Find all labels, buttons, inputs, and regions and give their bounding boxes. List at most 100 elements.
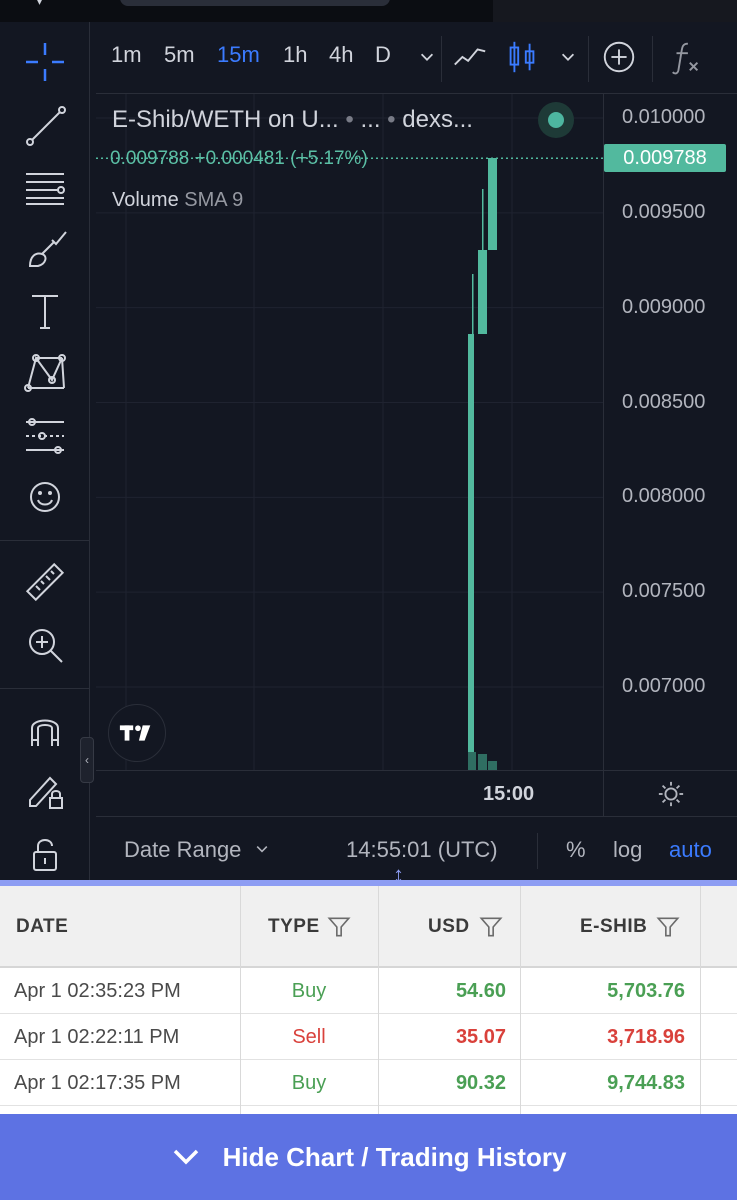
table-row[interactable]: Apr 1 02:17:35 PM Buy 90.32 9,744.83 <box>0 1060 737 1106</box>
current-price-tag: 0.009788 <box>604 144 726 173</box>
percent-scale-toggle[interactable]: % <box>566 837 586 863</box>
row-type: Buy <box>291 1071 327 1094</box>
prediction-icon[interactable] <box>18 408 72 462</box>
hide-chart-button[interactable]: Hide Chart / Trading History <box>0 1114 737 1200</box>
candle-body <box>468 334 474 766</box>
legend-dot: • <box>345 106 354 133</box>
row-usd: 35.07 <box>455 1025 506 1048</box>
candle-wick <box>472 274 474 334</box>
price-tick-label: 0.008500 <box>622 390 706 413</box>
candle-body <box>478 250 487 334</box>
price-tick-label: 0.009500 <box>622 200 706 223</box>
lock-draw-icon[interactable] <box>18 764 72 818</box>
trend-line-icon[interactable] <box>18 98 72 152</box>
volume-bar <box>488 761 497 770</box>
tradingview-logo-icon[interactable] <box>108 704 166 762</box>
brush-icon[interactable] <box>18 222 72 276</box>
top-caret-icon: ▾ <box>36 0 44 8</box>
hide-chart-label: Hide Chart / Trading History <box>222 1141 567 1172</box>
timeframe-15m[interactable]: 15m <box>217 42 260 68</box>
row-token-amount: 9,744.83 <box>607 1071 685 1094</box>
column-divider <box>240 886 241 1114</box>
price-tick-label: 0.007500 <box>622 580 706 603</box>
date-range-button[interactable]: Date Range <box>124 837 270 863</box>
row-usd: 54.60 <box>455 979 506 1002</box>
ruler-icon[interactable] <box>18 556 72 610</box>
price-change: 0.009788 +0.000481 (+5.17%) <box>110 148 368 169</box>
timeframe-d[interactable]: D <box>375 42 391 68</box>
price-axis[interactable]: 0.010000 0.009500 0.009000 0.008500 0.008000… <box>603 94 737 770</box>
zoom-in-icon[interactable] <box>18 618 72 672</box>
bottom-bar-divider <box>537 833 538 869</box>
candle-wick <box>482 189 484 254</box>
collapse-toolbar-button[interactable]: ‹ <box>80 737 94 783</box>
column-divider <box>378 886 379 1114</box>
pattern-icon[interactable] <box>18 346 72 400</box>
column-header-date-label: DATE <box>16 916 69 937</box>
price-tick-label: 0.008000 <box>622 485 706 508</box>
volume-bar <box>478 754 487 770</box>
magnet-icon[interactable] <box>18 702 72 756</box>
crosshair-icon[interactable] <box>18 35 72 89</box>
table-header: DATE TYPE USD E-SHIB <box>0 886 737 968</box>
lock-icon[interactable] <box>18 826 72 880</box>
market-status-icon[interactable] <box>538 102 574 138</box>
volume-label: Volume <box>112 189 179 211</box>
chart-toolbar: 1m 5m 15m 1h 4h D <box>96 22 737 94</box>
timeframe-1h[interactable]: 1h <box>283 42 307 68</box>
column-header-date[interactable]: DATE <box>16 886 68 968</box>
chevron-down-icon <box>256 846 267 853</box>
column-header-type[interactable]: TYPE <box>268 886 352 968</box>
filter-icon[interactable] <box>478 914 504 940</box>
symbol-name: E-Shib/WETH on U... <box>112 106 339 133</box>
timeframe-4h[interactable]: 4h <box>329 42 353 68</box>
timeframe-5m[interactable]: 5m <box>164 42 195 68</box>
fx-icon[interactable] <box>665 36 707 78</box>
column-header-token[interactable]: E-SHIB <box>580 886 681 968</box>
price-chart[interactable]: E-Shib/WETH on U... • ... • dexs... 0.00… <box>96 94 603 770</box>
resize-arrows-icon[interactable]: ↕ <box>393 864 404 886</box>
utc-clock[interactable]: 14:55:01 (UTC) <box>346 837 498 863</box>
row-date: Apr 1 02:22:11 PM <box>14 1025 180 1048</box>
column-header-token-label: E-SHIB <box>580 916 648 937</box>
settings-gear-icon[interactable] <box>603 770 737 816</box>
price-tick-label: 0.010000 <box>622 106 706 128</box>
symbol-legend[interactable]: E-Shib/WETH on U... • ... • dexs... <box>112 106 473 134</box>
time-axis[interactable]: 15:00 <box>96 770 603 816</box>
table-row[interactable]: Apr 1 02:22:11 PM Sell 35.07 3,718.96 <box>0 1014 737 1060</box>
volume-bar <box>468 752 476 770</box>
text-icon[interactable] <box>18 284 72 338</box>
filter-icon[interactable] <box>326 914 352 940</box>
toolbar-divider <box>441 36 442 82</box>
row-type: Sell <box>292 1025 326 1048</box>
auto-scale-toggle[interactable]: auto <box>669 837 712 863</box>
emoji-icon[interactable] <box>18 470 72 524</box>
chart-bottom-bar: Date Range 14:55:01 (UTC) % log auto <box>96 816 737 880</box>
filter-icon[interactable] <box>655 914 681 940</box>
column-header-usd[interactable]: USD <box>428 886 504 968</box>
add-indicator-icon[interactable] <box>598 36 640 78</box>
column-divider <box>700 886 701 1114</box>
top-strip: ▾ <box>0 0 737 22</box>
column-header-usd-label: USD <box>428 916 470 937</box>
timeframe-1m[interactable]: 1m <box>111 42 142 68</box>
fib-lines-icon[interactable] <box>18 160 72 214</box>
row-usd: 90.32 <box>455 1071 506 1094</box>
table-row[interactable]: Apr 1 02:35:23 PM Buy 54.60 5,703.76 <box>0 968 737 1014</box>
candles-icon[interactable] <box>501 36 543 78</box>
row-date: Apr 1 02:35:23 PM <box>14 979 181 1002</box>
volume-indicator: SMA 9 <box>184 189 244 211</box>
line-chart-icon[interactable] <box>449 36 491 78</box>
trading-history-table: DATE TYPE USD E-SHIB Apr 1 02:35:23 PM B… <box>0 886 737 1114</box>
chevron-down-icon[interactable] <box>547 36 589 78</box>
chevron-down-icon <box>171 1147 201 1167</box>
log-scale-toggle[interactable]: log <box>613 837 642 863</box>
drawing-toolbar <box>0 22 90 880</box>
row-type: Buy <box>291 979 327 1002</box>
toolbar-divider <box>588 36 589 82</box>
date-range-label: Date Range <box>124 837 242 862</box>
legend-dot: • <box>387 106 396 133</box>
volume-legend[interactable]: Volume SMA 9 <box>112 189 243 212</box>
top-right-area <box>493 0 737 22</box>
time-tick-label: 15:00 <box>483 783 535 805</box>
